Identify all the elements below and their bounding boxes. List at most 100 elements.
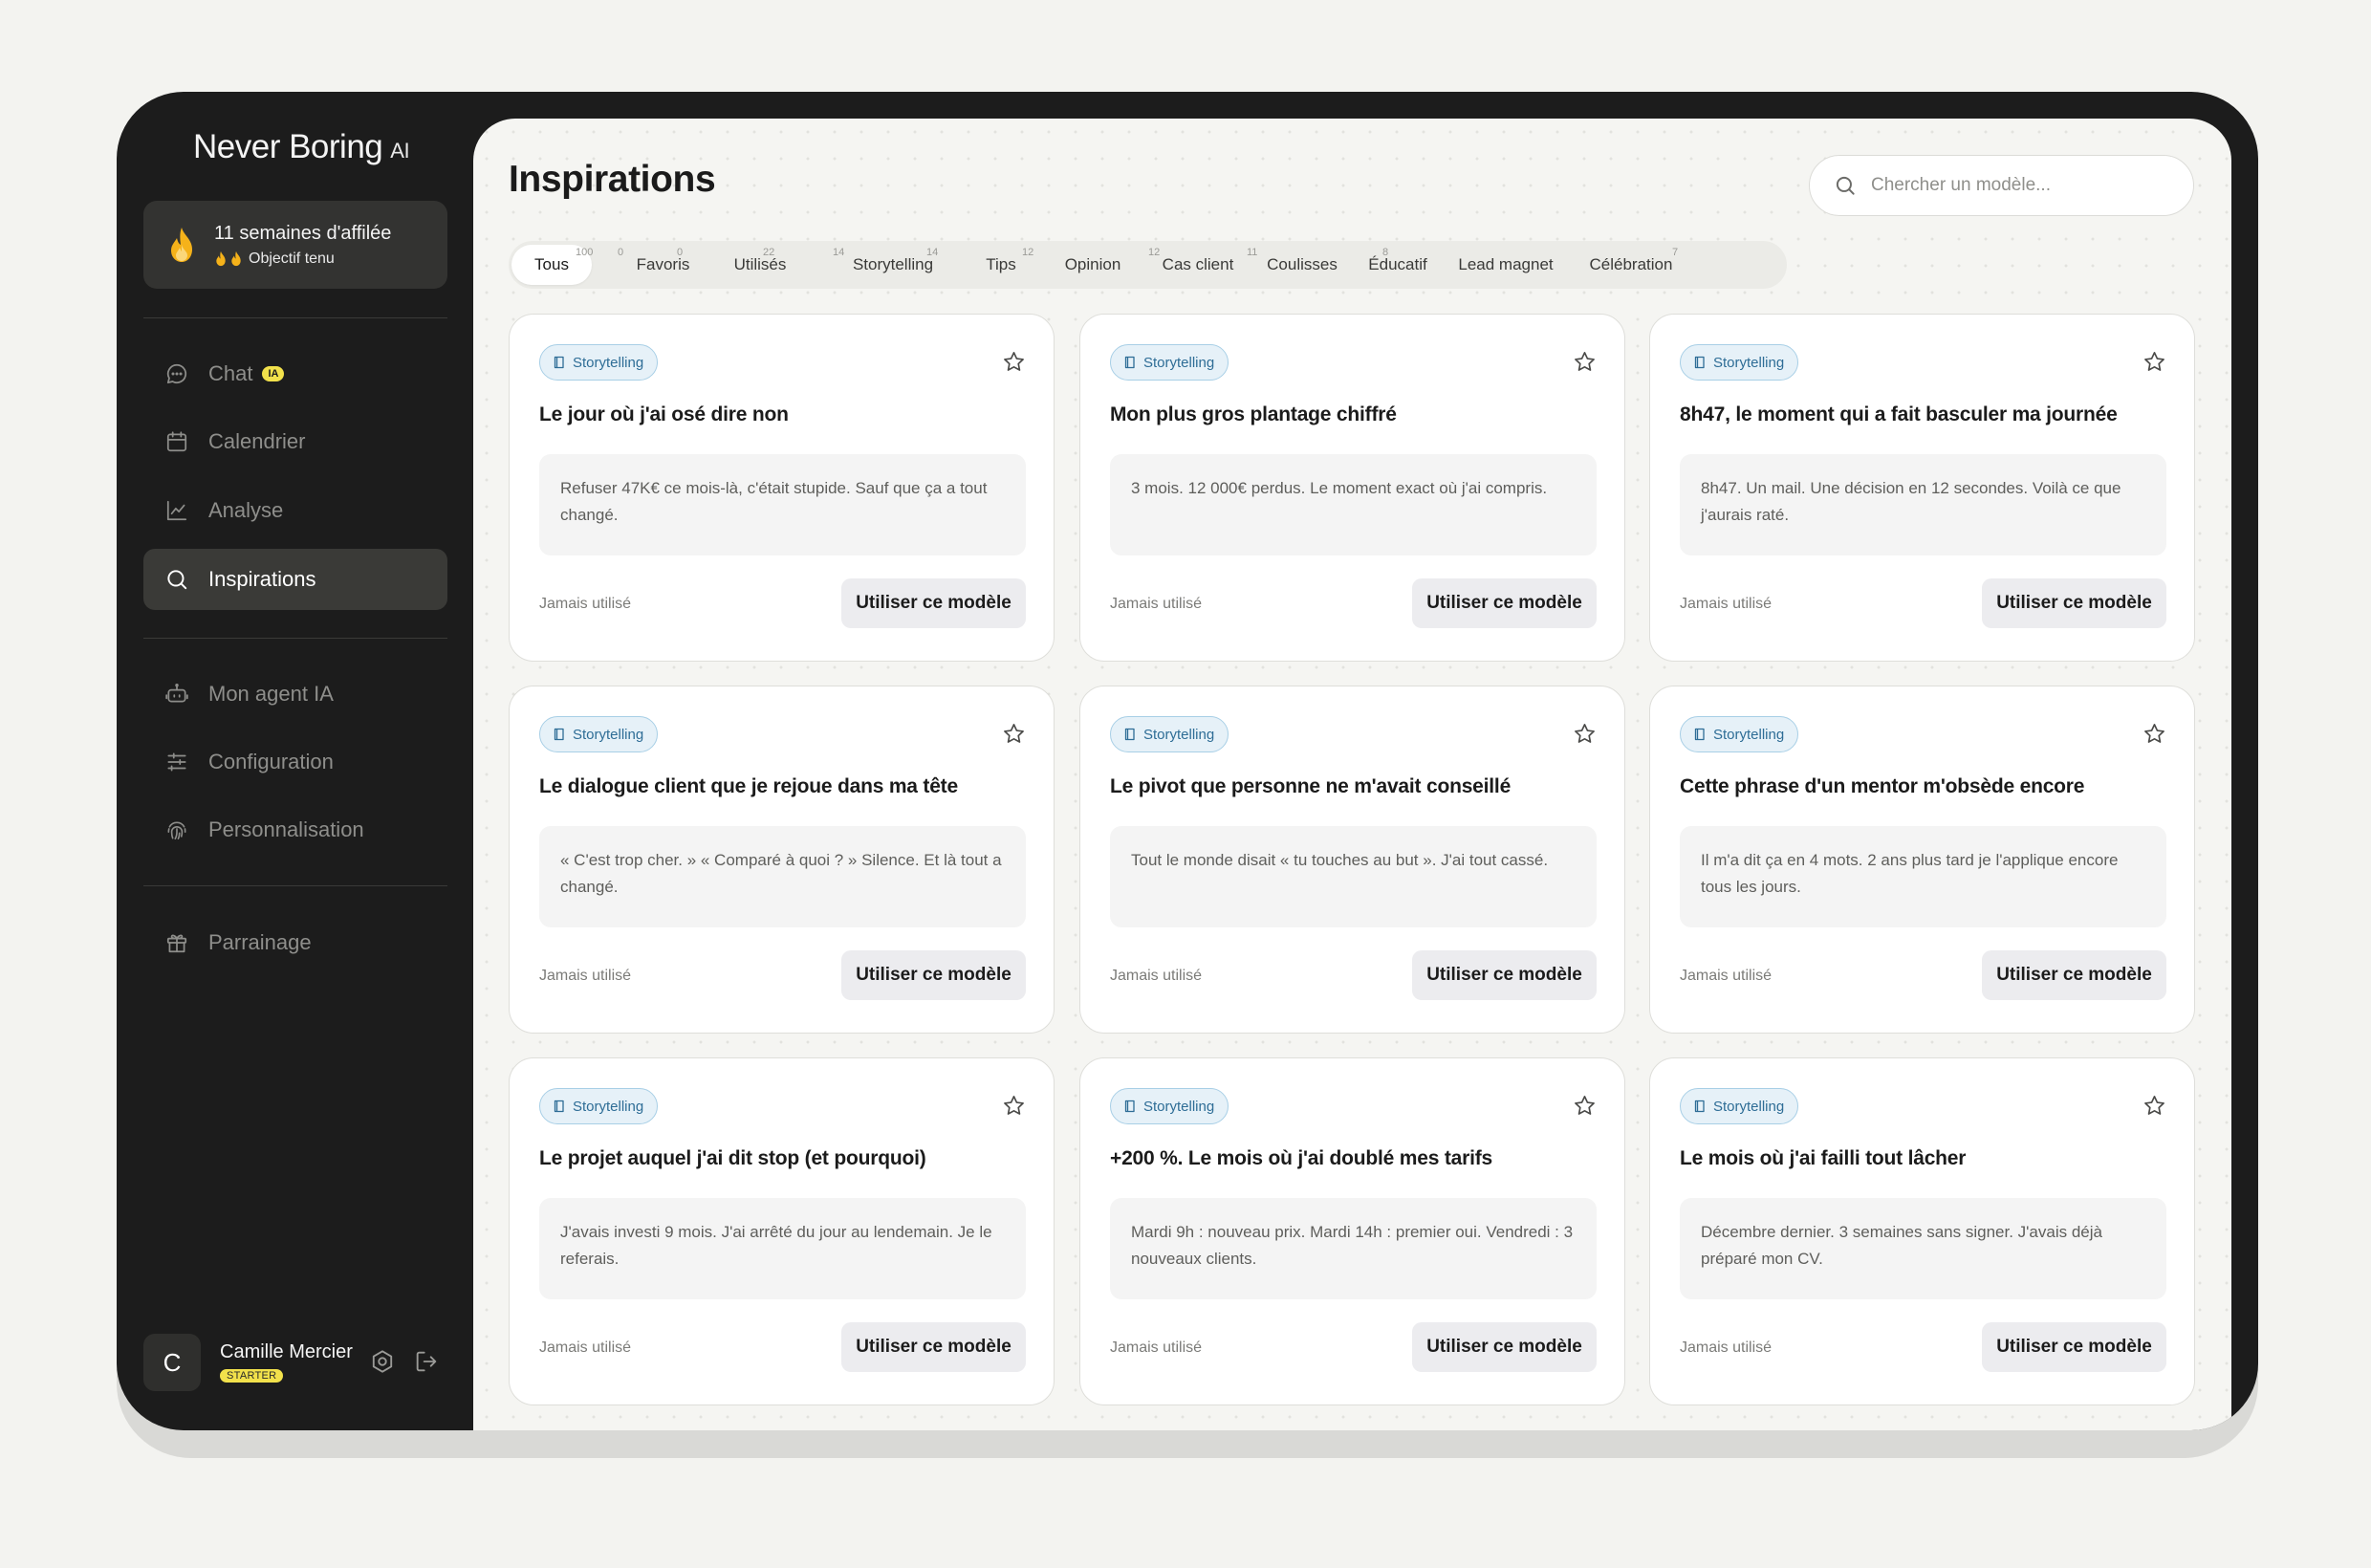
template-card[interactable]: Storytelling Le dialogue client que je re… (509, 686, 1055, 1034)
sidebar-item-personalization[interactable]: Personnalisation (143, 799, 447, 860)
template-card[interactable]: Storytelling Le projet auquel j'ai dit st… (509, 1057, 1055, 1405)
template-card[interactable]: Storytelling Cette phrase d'un mentor m'o… (1649, 686, 2195, 1034)
ia-badge: IA (262, 366, 285, 381)
sidebar-item-analytics[interactable]: Analyse (143, 480, 447, 541)
sidebar-item-label: Calendrier (208, 429, 306, 453)
category-tag: Storytelling (539, 344, 659, 381)
filter-chip[interactable]: Célébration 7 (1573, 245, 1689, 285)
filter-chip[interactable]: Coulisses 12 (1148, 245, 1349, 285)
template-card[interactable]: Storytelling Le jour où j'ai osé dire non… (509, 314, 1055, 662)
sidebar-item-label: Mon agent IA (208, 682, 334, 706)
card-title: Le dialogue client que je rejoue dans ma… (539, 775, 958, 797)
template-card[interactable]: Storytelling 8h47, le moment qui a fait b… (1649, 314, 2195, 662)
book-icon (1694, 1100, 1705, 1113)
use-template-button[interactable]: Utiliser ce modèle (1412, 1322, 1597, 1372)
sidebar-item-agent[interactable]: Mon agent IA (143, 664, 447, 725)
use-template-button[interactable]: Utiliser ce modèle (841, 1322, 1026, 1372)
book-icon (1124, 728, 1135, 741)
avatar[interactable]: C (143, 1334, 201, 1391)
template-card[interactable]: Storytelling +200 %. Le mois où j'ai doub… (1079, 1057, 1625, 1405)
filter-chip-label: Tous (534, 255, 569, 273)
star-icon[interactable] (1573, 1094, 1597, 1118)
sidebar-item-referral[interactable]: Parrainage (143, 912, 447, 973)
star-icon[interactable] (1573, 722, 1597, 746)
usage-status: Jamais utilisé (539, 596, 632, 612)
usage-status: Jamais utilisé (1110, 968, 1203, 984)
sidebar-item-configuration[interactable]: Configuration (143, 731, 447, 793)
filter-chip[interactable]: Utilisés 0 (677, 245, 802, 285)
star-icon[interactable] (1002, 722, 1026, 746)
gift-icon (166, 934, 187, 953)
filter-chip[interactable]: Tous 100 (511, 245, 593, 285)
search-icon (1836, 176, 1855, 195)
card-excerpt: 3 mois. 12 000€ perdus. Le moment exact … (1110, 454, 1597, 555)
sidebar-item-label: Analyse (208, 498, 284, 522)
streak-card: 11 semaines d'affilée Objectif tenu (143, 201, 447, 289)
use-template-button[interactable]: Utiliser ce modèle (841, 950, 1026, 1000)
sidebar-item-chat[interactable]: Chat IA (143, 343, 447, 404)
book-icon (1694, 728, 1705, 741)
sidebar-item-calendar[interactable]: Calendrier (143, 411, 447, 472)
category-tag-label: Storytelling (1143, 726, 1215, 743)
star-icon[interactable] (2143, 350, 2166, 374)
sidebar-item-label: Chat (208, 361, 253, 385)
use-template-button[interactable]: Utiliser ce modèle (1982, 1322, 2166, 1372)
filter-chip-label: Opinion (1064, 255, 1121, 273)
star-icon[interactable] (2143, 1094, 2166, 1118)
usage-status: Jamais utilisé (539, 1339, 632, 1356)
filter-chip-count: 12 (1148, 247, 1161, 258)
filter-chip[interactable]: Cas client 12 (1022, 245, 1248, 285)
star-icon[interactable] (1002, 1094, 1026, 1118)
sidebar-divider (143, 317, 447, 318)
category-tag: Storytelling (1110, 716, 1229, 752)
card-title: Le jour où j'ai osé dire non (539, 403, 789, 425)
filter-chip[interactable]: Favoris 0 (616, 245, 710, 285)
brand-logo[interactable]: Never Boring AI (193, 128, 410, 176)
filter-chip-label: Cas client (1162, 255, 1234, 273)
use-template-button[interactable]: Utiliser ce modèle (841, 578, 1026, 628)
streak-subtitle-row: Objectif tenu (214, 250, 391, 268)
use-template-button[interactable]: Utiliser ce modèle (1982, 950, 2166, 1000)
logout-icon[interactable] (413, 1348, 440, 1375)
star-icon[interactable] (2143, 722, 2166, 746)
filter-chip[interactable]: Opinion 14 (926, 245, 1141, 285)
star-icon[interactable] (1573, 350, 1597, 374)
search-input[interactable] (1871, 175, 2177, 196)
streak-title: 11 semaines d'affilée (214, 222, 392, 244)
star-icon[interactable] (1002, 350, 1026, 374)
sidebar-item-label: Parrainage (208, 930, 312, 954)
filter-chip-count: 14 (926, 247, 939, 258)
filter-chip[interactable]: Éducatif 11 (1247, 245, 1439, 285)
settings-icon[interactable] (369, 1348, 396, 1375)
flame-icon (171, 228, 192, 262)
brand-suffix: AI (390, 139, 410, 163)
filter-chip[interactable]: Lead magnet 8 (1382, 245, 1565, 285)
template-card[interactable]: Storytelling Mon plus gros plantage chiff… (1079, 314, 1625, 662)
main-content: Inspirations Tous100Favoris0Utilisés0Sto… (473, 119, 2231, 1430)
filter-chip-label: Lead magnet (1458, 255, 1554, 273)
category-tag: Storytelling (1680, 716, 1799, 752)
usage-status: Jamais utilisé (1110, 1339, 1203, 1356)
sliders-icon (167, 752, 186, 772)
card-title: 8h47, le moment qui a fait basculer ma j… (1680, 403, 2118, 425)
mini-flames-icon (214, 250, 243, 267)
user-actions (369, 1348, 440, 1375)
template-card[interactable]: Storytelling Le mois où j'ai failli tout … (1649, 1057, 2195, 1405)
use-template-button[interactable]: Utiliser ce modèle (1982, 578, 2166, 628)
sidebar: Never Boring AI 11 semaines d'affilée Ob… (117, 92, 473, 1430)
robot-icon (165, 684, 188, 703)
calendar-icon (166, 431, 187, 452)
use-template-button[interactable]: Utiliser ce modèle (1412, 950, 1597, 1000)
usage-status: Jamais utilisé (539, 968, 632, 984)
use-template-button[interactable]: Utiliser ce modèle (1412, 578, 1597, 628)
filter-chip-count: 7 (1672, 247, 1679, 258)
sidebar-item-inspirations[interactable]: Inspirations (143, 549, 447, 610)
usage-status: Jamais utilisé (1680, 968, 1773, 984)
book-icon (554, 356, 564, 369)
card-title: Le mois où j'ai failli tout lâcher (1680, 1147, 1967, 1169)
search-box[interactable] (1809, 155, 2194, 216)
template-card[interactable]: Storytelling Le pivot que personne ne m'a… (1079, 686, 1625, 1034)
streak-subtitle: Objectif tenu (249, 250, 335, 267)
category-tag-label: Storytelling (1713, 726, 1785, 743)
sidebar-divider (143, 885, 447, 886)
